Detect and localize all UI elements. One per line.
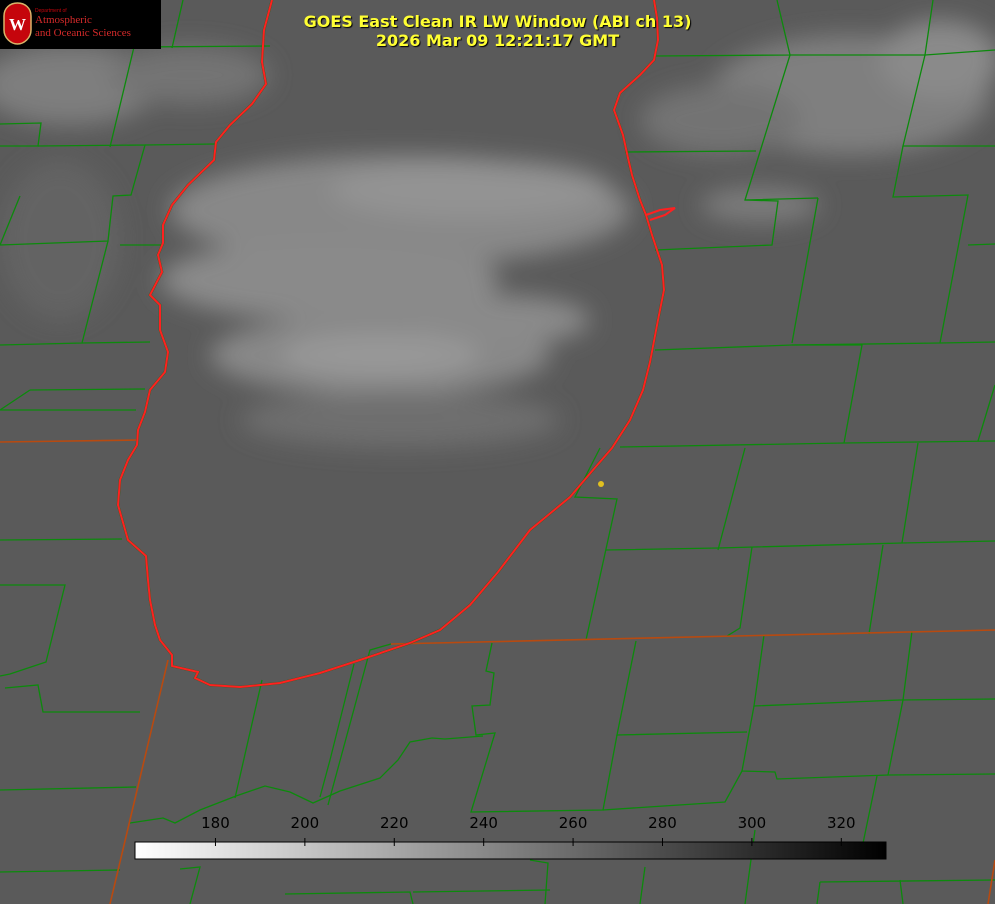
- colorbar-tick-label: 300: [737, 814, 767, 832]
- logo-line-1: Atmospheric: [35, 14, 92, 26]
- logo-line-2: and Oceanic Sciences: [35, 27, 131, 39]
- uw-aos-logo: W Department of Atmospheric and Oceanic …: [0, 0, 161, 49]
- colorbar-tick-label: 260: [558, 814, 588, 832]
- colorbar-tick-label: 200: [290, 814, 320, 832]
- title-line-2: 2026 Mar 09 12:21:17 GMT: [375, 31, 620, 50]
- satellite-map: [0, 0, 995, 904]
- title-line-1: GOES East Clean IR LW Window (ABI ch 13): [303, 12, 692, 31]
- image-title: GOES East Clean IR LW Window (ABI ch 13)…: [300, 12, 695, 50]
- svg-text:W: W: [9, 15, 26, 34]
- colorbar-tick-label: 280: [648, 814, 677, 832]
- colorbar-tick-labels: 180 200 220 240 260 280 300 320: [0, 814, 995, 834]
- colorbar-tick-label: 180: [201, 814, 230, 832]
- colorbar-tick-label: 220: [379, 814, 409, 832]
- colorbar-gradient: [134, 841, 887, 860]
- colorbar-tick-label: 240: [469, 814, 498, 832]
- location-marker-icon: [598, 481, 604, 487]
- colorbar-tick-label: 320: [826, 814, 856, 832]
- wisconsin-seal-icon: W: [3, 2, 32, 45]
